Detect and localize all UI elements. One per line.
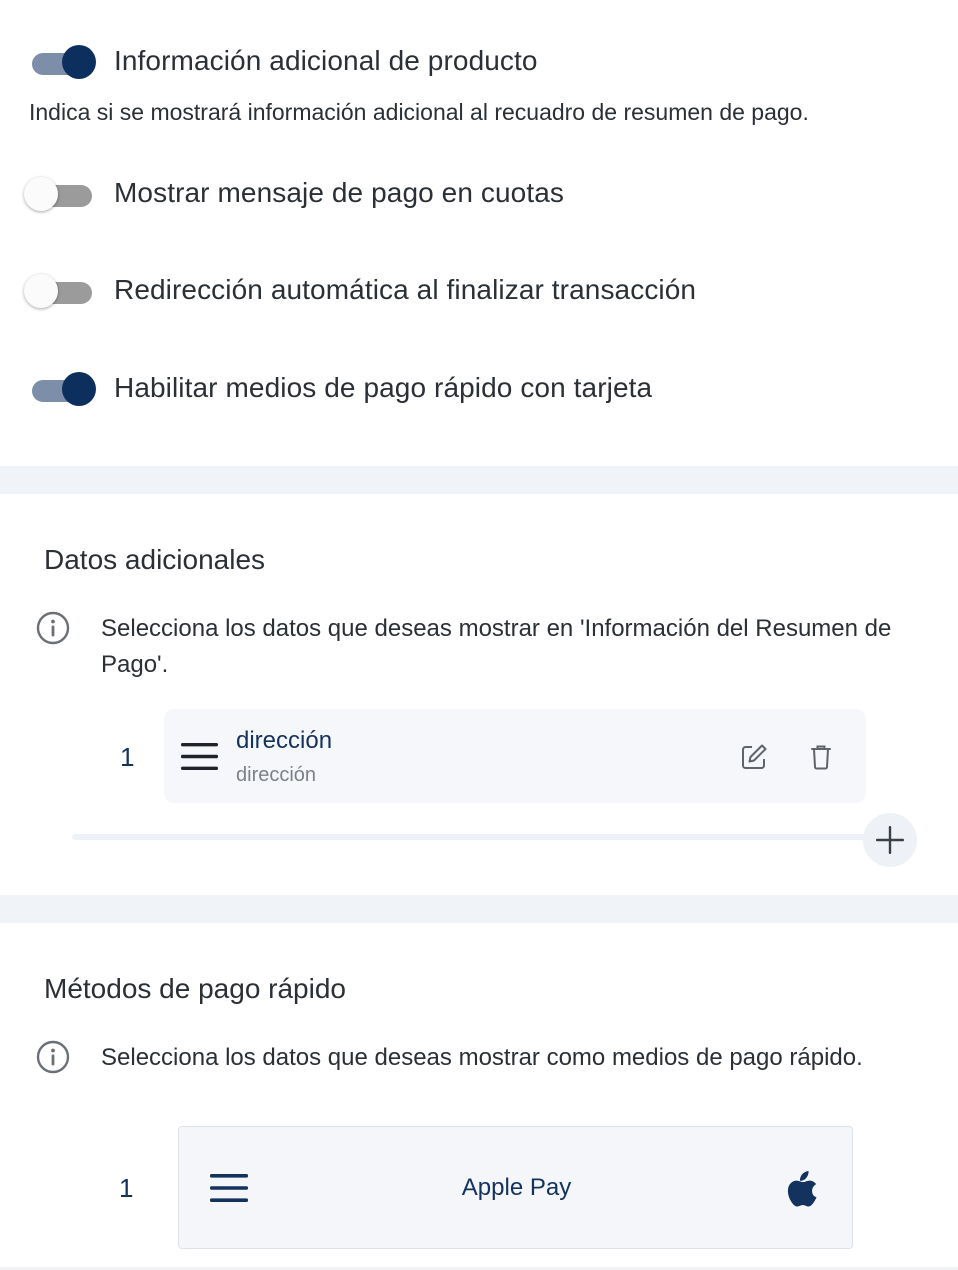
quick-payment-toggle-label: Habilitar medios de pago rápido con tarj… — [114, 372, 653, 403]
toggle-knob — [62, 372, 96, 406]
apple-icon — [787, 1171, 817, 1207]
toggle-row-redirect: Redirección automática al finalizar tran… — [24, 272, 697, 308]
quick-payment-info-text: Selecciona los datos que deseas mostrar … — [101, 1044, 863, 1071]
apple-pay-method-card: Apple Pay — [178, 1126, 853, 1249]
plus-icon — [876, 826, 904, 854]
section-divider — [0, 895, 958, 923]
product-info-toggle-label: Información adicional de producto — [114, 45, 538, 76]
quick-payment-title: Métodos de pago rápido — [44, 973, 346, 1004]
quick-payment-toggle[interactable] — [28, 370, 96, 406]
info-circle-icon — [36, 611, 70, 645]
installments-message-toggle[interactable] — [24, 175, 96, 211]
auto-redirect-toggle[interactable] — [24, 272, 96, 308]
section-divider — [0, 466, 958, 494]
auto-redirect-toggle-label: Redirección automática al finalizar tran… — [114, 274, 697, 305]
edit-icon[interactable] — [737, 740, 771, 774]
additional-data-title: Datos adicionales — [44, 544, 266, 575]
quick-payment-method-index: 1 — [119, 1173, 134, 1203]
add-item-button[interactable] — [863, 813, 917, 867]
toggle-knob — [62, 45, 96, 79]
drag-menu-icon[interactable] — [181, 743, 218, 770]
quick-payment-info: Selecciona los datos que deseas mostrar … — [36, 1040, 941, 1076]
info-circle-icon — [36, 1040, 70, 1074]
apple-pay-label: Apple Pay — [461, 1174, 572, 1201]
additional-data-item-title: dirección — [236, 727, 333, 754]
toggle-knob — [24, 274, 58, 308]
additional-data-info-text: Selecciona los datos que deseas mostrar … — [101, 615, 892, 678]
product-info-toggle[interactable] — [28, 43, 96, 79]
additional-data-divider — [72, 834, 878, 840]
product-info-helper-text: Indica si se mostrará información adicio… — [29, 99, 809, 125]
additional-data-item: dirección dirección — [164, 709, 866, 803]
additional-data-item-index: 1 — [120, 742, 135, 772]
trash-icon[interactable] — [804, 740, 838, 774]
installments-message-toggle-label: Mostrar mensaje de pago en cuotas — [114, 177, 565, 208]
toggle-row-quick-payment: Habilitar medios de pago rápido con tarj… — [28, 370, 652, 406]
toggle-row-product-info: Información adicional de producto — [28, 43, 538, 79]
additional-data-info: Selecciona los datos que deseas mostrar … — [36, 611, 921, 683]
toggle-row-installments: Mostrar mensaje de pago en cuotas — [24, 175, 565, 211]
additional-data-item-subtitle: dirección — [236, 764, 317, 786]
toggle-knob — [24, 177, 58, 211]
